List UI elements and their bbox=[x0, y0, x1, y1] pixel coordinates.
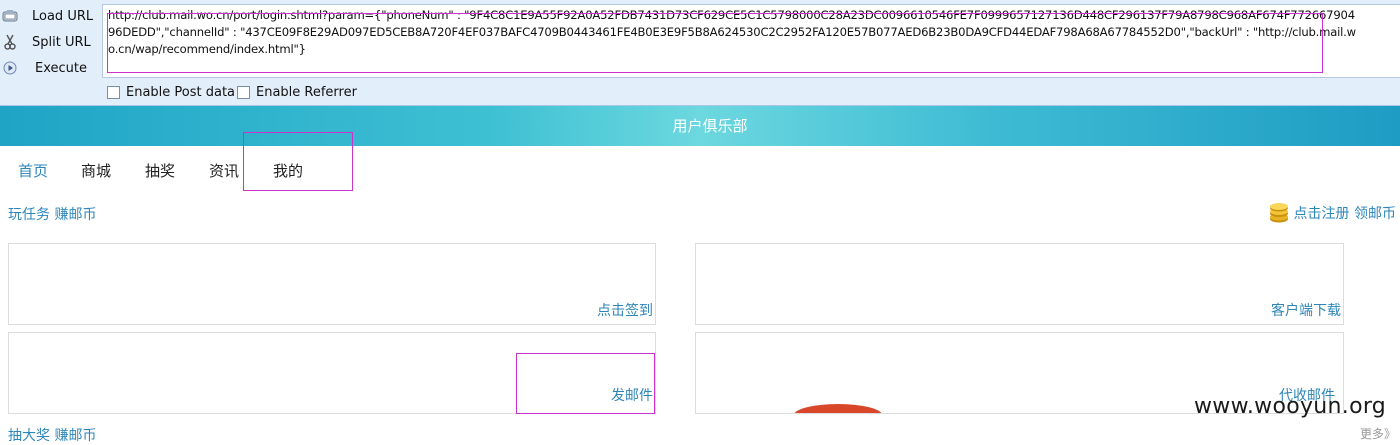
register-link[interactable]: 点击注册 领邮币 bbox=[1268, 202, 1396, 224]
page-header-banner: 用户俱乐部 bbox=[0, 106, 1400, 146]
nav-tab-mine[interactable]: 我的 bbox=[273, 160, 303, 181]
enable-post-checkbox[interactable]: Enable Post data bbox=[107, 84, 235, 100]
split-url-button[interactable]: Split URL bbox=[0, 30, 91, 54]
lottery-section-title: 抽大奖 赚邮币 bbox=[8, 428, 97, 444]
checkin-card[interactable]: 点击签到 bbox=[8, 243, 656, 325]
load-url-icon bbox=[2, 8, 18, 24]
enable-referrer-checkbox[interactable]: Enable Referrer bbox=[237, 84, 357, 100]
nav-tab-lottery[interactable]: 抽奖 bbox=[145, 160, 175, 181]
enable-post-label: Enable Post data bbox=[126, 84, 236, 100]
load-url-label: Load URL bbox=[32, 8, 94, 24]
load-url-button[interactable]: Load URL bbox=[0, 4, 93, 28]
nav-tab-news[interactable]: 资讯 bbox=[209, 160, 239, 181]
client-download-link[interactable]: 客户端下载 bbox=[1271, 300, 1341, 320]
url-input[interactable]: http://club.mail.wo.cn/port/login.shtml?… bbox=[102, 4, 1400, 78]
watermark: www.wooyun.org bbox=[1194, 394, 1387, 419]
register-link-label: 点击注册 领邮币 bbox=[1293, 206, 1396, 222]
checkbox-box[interactable] bbox=[107, 85, 120, 99]
scissors-icon bbox=[2, 34, 18, 50]
execute-button[interactable]: Execute bbox=[0, 56, 87, 80]
enable-referrer-label: Enable Referrer bbox=[256, 84, 357, 100]
send-mail-card[interactable]: 发邮件 bbox=[8, 332, 656, 414]
url-input-value: http://club.mail.wo.cn/port/login.shtml?… bbox=[108, 8, 1356, 56]
execute-label: Execute bbox=[35, 60, 87, 76]
nav-tab-home[interactable]: 首页 bbox=[18, 160, 48, 181]
play-icon bbox=[2, 60, 18, 76]
hackbar-toolbar: Load URL Split URL Execute http://club.m… bbox=[0, 0, 1400, 106]
split-url-label: Split URL bbox=[32, 34, 91, 50]
page-title: 用户俱乐部 bbox=[672, 117, 748, 135]
checkbox-box[interactable] bbox=[237, 85, 250, 99]
main-nav: 首页 商城 抽奖 资讯 我的 bbox=[0, 148, 1400, 192]
checkin-link[interactable]: 点击签到 bbox=[597, 300, 653, 320]
nav-tab-mall[interactable]: 商城 bbox=[81, 160, 111, 181]
download-card[interactable]: 客户端下载 bbox=[695, 243, 1344, 325]
coins-icon bbox=[1268, 202, 1290, 224]
more-link[interactable]: 更多》 bbox=[1360, 425, 1396, 442]
send-mail-link[interactable]: 发邮件 bbox=[611, 385, 653, 405]
card-image bbox=[794, 404, 882, 413]
task-section-title: 玩任务 赚邮币 bbox=[8, 207, 97, 223]
